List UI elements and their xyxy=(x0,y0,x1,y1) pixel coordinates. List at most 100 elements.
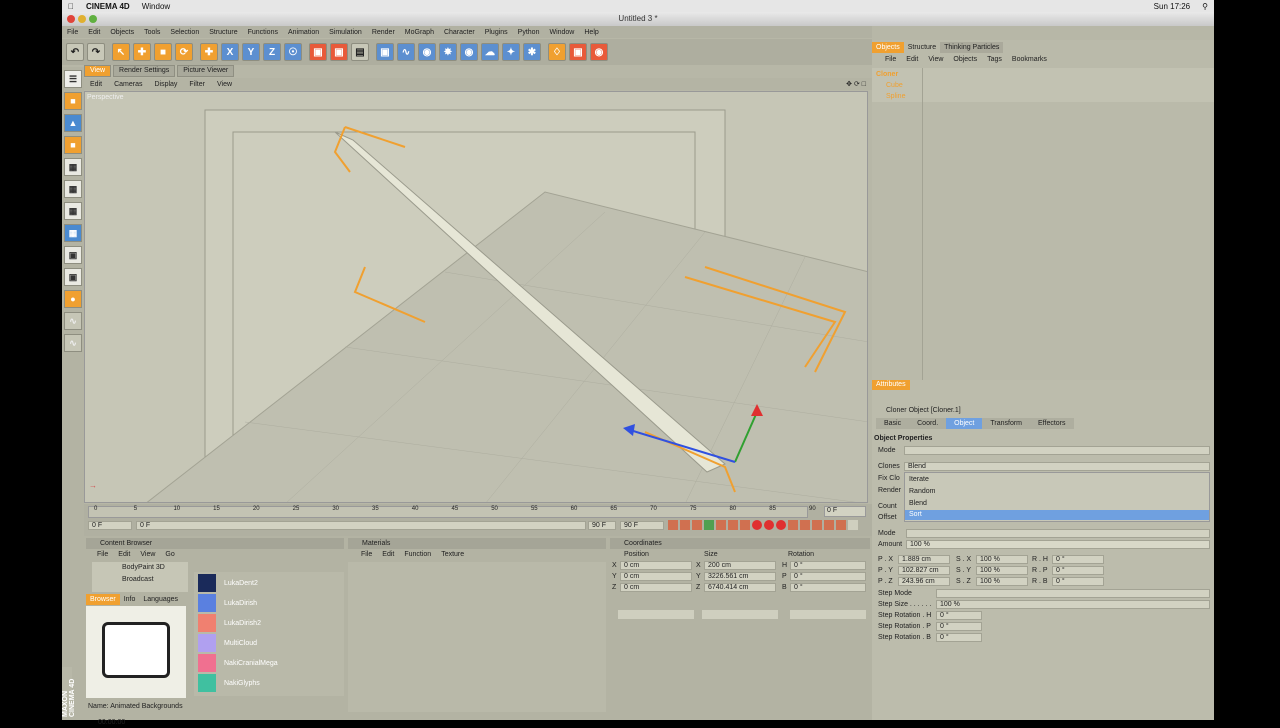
paint-icon[interactable]: ∿ xyxy=(64,334,82,352)
menu-file[interactable]: File xyxy=(62,29,83,36)
3d-viewport[interactable]: Perspective → xyxy=(84,91,868,503)
deformer-icon[interactable]: ◉ xyxy=(460,43,478,61)
nurbs-icon[interactable]: ◉ xyxy=(418,43,436,61)
coord-size-field[interactable]: 200 cm xyxy=(704,561,776,570)
sculpt-icon[interactable]: ∿ xyxy=(64,312,82,330)
option-sort[interactable]: Sort xyxy=(905,510,1209,520)
position-field[interactable]: 102.827 cm xyxy=(898,566,950,575)
cb-menu-edit[interactable]: Edit xyxy=(113,550,135,560)
rotation-field[interactable]: 0 ° xyxy=(1052,566,1104,575)
rotation-field[interactable]: 0 ° xyxy=(1052,555,1104,564)
apple-icon[interactable]:  xyxy=(68,2,74,11)
list-item[interactable]: NakiCranialMega xyxy=(198,654,278,672)
timeline-menu-icon[interactable] xyxy=(848,520,858,530)
z-axis-lock-icon[interactable]: Z xyxy=(263,43,281,61)
close-window-icon[interactable] xyxy=(67,15,75,23)
coord-rotation-field[interactable]: 0 ° xyxy=(790,572,866,581)
viewport-nav-icons[interactable]: ✥ ⟳ □ xyxy=(840,80,872,88)
object-mode-icon[interactable]: ▲ xyxy=(64,114,82,132)
camera-icon[interactable]: ✦ xyxy=(502,43,520,61)
environment-icon[interactable]: ☁ xyxy=(481,43,499,61)
tab-transform[interactable]: Transform xyxy=(982,418,1031,429)
object-row-spline[interactable]: Spline xyxy=(886,92,905,102)
mac-window-menu[interactable]: Window xyxy=(142,2,170,11)
start-frame-field[interactable]: 0 F xyxy=(88,521,132,530)
tab-coord[interactable]: Coord. xyxy=(909,418,947,429)
tree-item-broadcast[interactable]: Broadcast xyxy=(122,575,154,585)
tab-browser[interactable]: Browser xyxy=(86,594,120,605)
spotlight-icon[interactable]: ⚲ xyxy=(1202,2,1208,11)
cb-menu-go[interactable]: Go xyxy=(160,550,179,560)
minimize-window-icon[interactable] xyxy=(78,15,86,23)
scale-field[interactable]: 100 % xyxy=(976,566,1028,575)
world-coord-icon[interactable]: ☉ xyxy=(284,43,302,61)
materials-area[interactable] xyxy=(348,562,606,712)
menu-render[interactable]: Render xyxy=(367,29,400,36)
viewport-menu-filter[interactable]: Filter xyxy=(183,81,211,88)
scale-key-icon[interactable] xyxy=(800,520,810,530)
step-rotation-field[interactable]: 0 ° xyxy=(936,622,982,631)
menu-window[interactable]: Window xyxy=(544,29,579,36)
step-rotation-field[interactable]: 0 ° xyxy=(936,633,982,642)
menu-help[interactable]: Help xyxy=(579,29,603,36)
mat-menu-texture[interactable]: Texture xyxy=(436,550,469,560)
coord-system-icon[interactable]: ✚ xyxy=(200,43,218,61)
om-menu-bookmarks[interactable]: Bookmarks xyxy=(1007,55,1052,65)
end-frame-field[interactable]: 90 F xyxy=(588,521,616,530)
undo-icon[interactable]: ↶ xyxy=(66,43,84,61)
current-frame-right[interactable]: 0 F xyxy=(824,506,866,517)
coord-rotation-field[interactable]: 0 ° xyxy=(790,561,866,570)
scale-field[interactable]: 100 % xyxy=(976,577,1028,586)
tab-structure[interactable]: Structure xyxy=(904,42,940,53)
coord-position-field[interactable]: 0 cm xyxy=(620,561,692,570)
coord-size-field[interactable]: 6740.414 cm xyxy=(704,583,776,592)
pla-key-icon[interactable] xyxy=(836,520,846,530)
step-rotation-field[interactable]: 0 ° xyxy=(936,611,982,620)
cb-menu-view[interactable]: View xyxy=(135,550,160,560)
scale-field[interactable]: 100 % xyxy=(976,555,1028,564)
om-menu-edit[interactable]: Edit xyxy=(901,55,923,65)
step-size-slider[interactable]: 100 % xyxy=(936,600,1210,609)
option-iterate[interactable]: Iterate xyxy=(909,475,1205,485)
light-icon[interactable]: ✱ xyxy=(523,43,541,61)
viewport-menu-edit[interactable]: Edit xyxy=(84,81,108,88)
coord-position-field[interactable]: 0 cm xyxy=(620,572,692,581)
prev-frame-icon[interactable] xyxy=(692,520,702,530)
clones-dropdown[interactable]: Blend xyxy=(904,462,1210,471)
go-to-start-icon[interactable] xyxy=(668,520,678,530)
coord-size-dropdown[interactable] xyxy=(702,610,778,619)
redo-icon[interactable]: ↷ xyxy=(87,43,105,61)
viewport-menu-display[interactable]: Display xyxy=(148,81,183,88)
menu-animation[interactable]: Animation xyxy=(283,29,324,36)
menu-mograph[interactable]: MoGraph xyxy=(400,29,439,36)
menu-functions[interactable]: Functions xyxy=(243,29,283,36)
texture-mode-icon[interactable]: ■ xyxy=(64,136,82,154)
option-blend[interactable]: Blend xyxy=(909,499,1205,509)
coord-position-field[interactable]: 0 cm xyxy=(620,583,692,592)
tab-picture-viewer[interactable]: Picture Viewer xyxy=(177,65,235,77)
menu-character[interactable]: Character xyxy=(439,29,480,36)
menu-tools[interactable]: Tools xyxy=(139,29,165,36)
next-frame-icon[interactable] xyxy=(716,520,726,530)
rotation-field[interactable]: 0 ° xyxy=(1052,577,1104,586)
param-key-icon[interactable] xyxy=(824,520,834,530)
prev-key-icon[interactable] xyxy=(680,520,690,530)
next-key-icon[interactable] xyxy=(728,520,738,530)
scale-icon[interactable]: ■ xyxy=(154,43,172,61)
edges-mode-icon[interactable]: ▦ xyxy=(64,180,82,198)
om-menu-file[interactable]: File xyxy=(880,55,901,65)
tab-info[interactable]: Info xyxy=(120,594,140,605)
tab-object[interactable]: Object xyxy=(946,418,983,429)
tab-thinking-particles[interactable]: Thinking Particles xyxy=(940,42,1004,53)
menu-objects[interactable]: Objects xyxy=(105,29,139,36)
render-settings-icon[interactable]: ▤ xyxy=(351,43,369,61)
snap-icon[interactable]: ▣ xyxy=(64,268,82,286)
list-item[interactable]: LukaDirish xyxy=(198,594,257,612)
om-menu-view[interactable]: View xyxy=(923,55,948,65)
mograph-cloner-icon[interactable]: ♢ xyxy=(548,43,566,61)
tab-attributes[interactable]: Attributes xyxy=(872,380,910,390)
viewport-menu-cameras[interactable]: Cameras xyxy=(108,81,148,88)
cb-menu-file[interactable]: File xyxy=(92,550,113,560)
mat-menu-function[interactable]: Function xyxy=(399,550,436,560)
autokey-icon[interactable] xyxy=(764,520,774,530)
